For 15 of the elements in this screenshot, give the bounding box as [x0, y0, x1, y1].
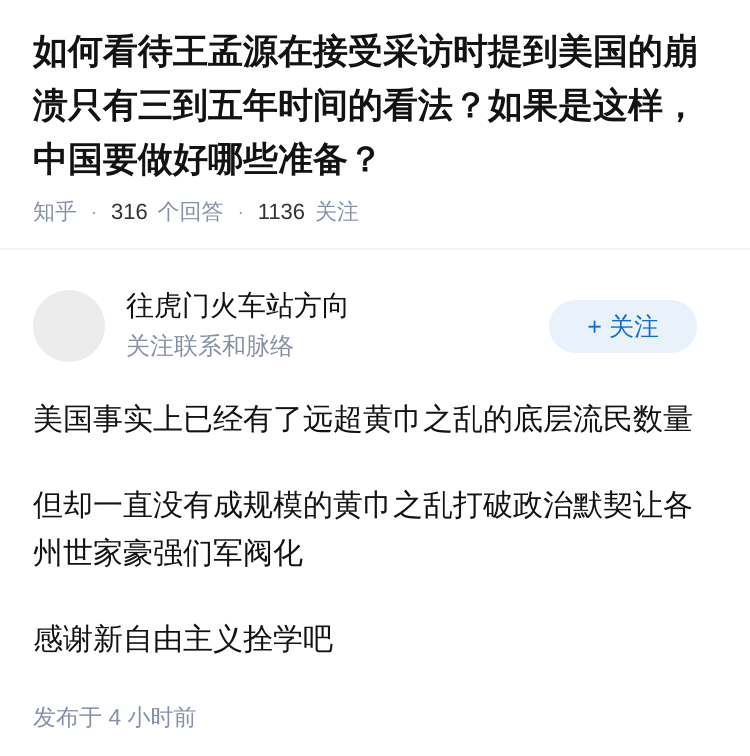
author-name[interactable]: 往虎门火车站方向	[126, 285, 350, 327]
answer-paragraph: 但却一直没有成规模的黄巾之乱打破政治默契让各州世家豪强们军阀化	[33, 488, 694, 572]
author-headline: 关注联系和脉络	[126, 332, 295, 362]
question-title: 如何看待王孟源在接受采访时提到美国的崩溃只有三到五年时间的看法？如果是这样，中国要做好哪些准备？	[33, 31, 699, 181]
count-number: 316	[111, 198, 148, 226]
count-number: 1136	[258, 198, 306, 226]
separator-dot: ·	[91, 201, 97, 224]
answer-paragraph: 感谢新自由主义拴学吧	[33, 622, 334, 658]
separator-dot: ·	[238, 201, 244, 224]
source-label: 知乎	[33, 198, 77, 226]
answer-paragraph: 美国事实上已经有了远超黄巾之乱的底层流民数量	[33, 402, 694, 438]
follow-button[interactable]: + 关注	[549, 300, 697, 352]
publish-time: 发布于 4 小时前	[33, 703, 198, 732]
count-label: 关注	[315, 198, 360, 226]
count-label: 个回答	[158, 198, 224, 226]
